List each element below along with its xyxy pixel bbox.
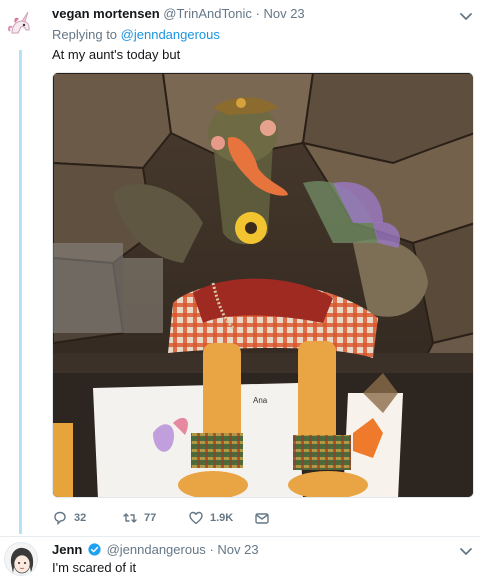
- tweet-header: Jenn @jenndangerous · Nov 23: [52, 542, 259, 557]
- separator-dot: ·: [209, 542, 214, 557]
- direct-message-icon: [255, 513, 269, 524]
- author-name[interactable]: Jenn: [52, 542, 82, 557]
- tweet-photo[interactable]: Ana: [52, 72, 474, 498]
- tweet-text: I'm scared of it: [52, 560, 137, 575]
- separator-dot: ·: [255, 6, 260, 21]
- photo-turkey-doll: Ana: [53, 73, 473, 497]
- retweet-count: 77: [144, 512, 157, 524]
- direct-message-button[interactable]: [254, 508, 270, 528]
- author-handle[interactable]: @TrinAndTonic: [163, 6, 252, 21]
- unicorn-avatar-icon[interactable]: [4, 8, 38, 42]
- tweet-text: At my aunt's today but: [52, 47, 181, 62]
- chevron-down-icon[interactable]: [458, 8, 474, 24]
- replying-to: Replying to @jenndangerous: [52, 27, 220, 42]
- replying-prefix: Replying to: [52, 27, 118, 42]
- cartoon-avatar-icon[interactable]: [4, 542, 38, 576]
- like-icon: [189, 511, 203, 525]
- retweet-icon: [123, 513, 137, 523]
- like-button[interactable]: 1.9K: [188, 508, 233, 528]
- thread-line: [19, 50, 22, 534]
- tweet-date[interactable]: Nov 23: [217, 542, 258, 557]
- reply-button[interactable]: 32: [52, 508, 86, 528]
- tweet-header: vegan mortensen @TrinAndTonic · Nov 23: [52, 6, 305, 21]
- chevron-down-icon[interactable]: [458, 543, 474, 559]
- author-handle[interactable]: @jenndangerous: [107, 542, 206, 557]
- retweet-button[interactable]: 77: [122, 508, 156, 528]
- paper-label: Ana: [253, 396, 268, 405]
- tweet-jenn[interactable]: Jenn @jenndangerous · Nov 23 I'm scared …: [0, 537, 480, 584]
- verified-badge-icon: [88, 543, 101, 556]
- reply-count: 32: [74, 512, 87, 524]
- tweet-date[interactable]: Nov 23: [263, 6, 304, 21]
- like-count: 1.9K: [210, 512, 234, 524]
- reply-icon: [54, 511, 66, 526]
- author-name[interactable]: vegan mortensen: [52, 6, 160, 21]
- tweet-actions: 32 77 1.9K: [52, 508, 312, 528]
- tweet-vegan-mortensen[interactable]: vegan mortensen @TrinAndTonic · Nov 23 R…: [0, 0, 480, 540]
- replying-mention-link[interactable]: @jenndangerous: [121, 27, 220, 42]
